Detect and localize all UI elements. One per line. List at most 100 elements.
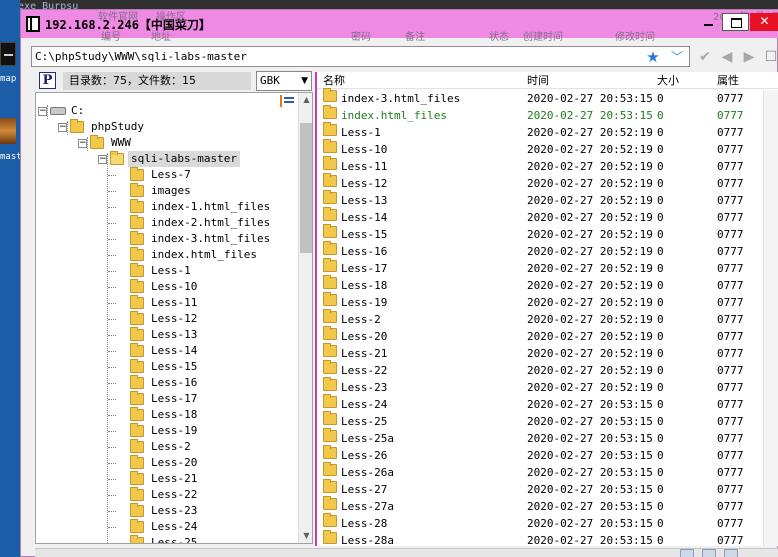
detail-view-icon[interactable] (702, 549, 716, 557)
tree-connector (108, 511, 116, 512)
file-row[interactable]: Less-25 2020-02-27 20:53:15 0 0777 (317, 411, 778, 430)
star-icon[interactable]: ★ (644, 48, 662, 66)
file-row[interactable]: Less-25a 2020-02-27 20:53:15 0 0777 (317, 428, 778, 447)
tree-connector (108, 367, 116, 368)
folder-icon (323, 258, 337, 272)
title-bar[interactable]: 192.168.2.246【中国菜刀】 软件官网 操作区 编号 地址 密码 备注… (21, 10, 778, 43)
dropdown-icon[interactable]: ﹀ (668, 48, 686, 66)
folder-icon (323, 462, 337, 476)
file-row[interactable]: Less-17 2020-02-27 20:52:19 0 0777 (317, 258, 778, 277)
file-time: 2020-02-27 20:52:19 (527, 143, 653, 156)
tree-connector (108, 351, 116, 352)
file-row[interactable]: Less-18 2020-02-27 20:52:19 0 0777 (317, 275, 778, 294)
tree-item-label: Less-7 (151, 168, 191, 181)
archive-icon[interactable] (0, 118, 16, 144)
column-time[interactable]: 时间 (527, 72, 549, 89)
file-attr: 0777 (717, 109, 744, 122)
folder-icon (323, 530, 337, 544)
list-scrollbar[interactable] (763, 90, 778, 546)
file-size: 0 (657, 347, 664, 360)
file-row[interactable]: Less-27a 2020-02-27 20:53:15 0 0777 (317, 496, 778, 515)
tree-connector (108, 255, 116, 256)
column-size[interactable]: 大小 (657, 72, 679, 89)
collapse-icon[interactable]: − (98, 155, 107, 164)
file-name: Less-28 (341, 517, 388, 530)
new-file-icon[interactable]: ☐ (761, 48, 778, 66)
collapse-icon[interactable]: − (58, 123, 67, 132)
file-time: 2020-02-27 20:53:15 (527, 109, 653, 122)
file-row[interactable]: index.html_files 2020-02-27 20:53:15 0 0777 (317, 105, 778, 124)
file-row[interactable]: Less-13 2020-02-27 20:52:19 0 0777 (317, 190, 778, 209)
file-row[interactable]: Less-15 2020-02-27 20:52:19 0 0777 (317, 224, 778, 243)
file-list-header: 名称 时间 大小 属性 (317, 72, 778, 89)
folder-icon (323, 428, 337, 442)
collapse-icon[interactable]: − (78, 139, 87, 148)
scroll-up-icon[interactable]: ▲ (299, 93, 312, 107)
status-bar (35, 548, 778, 557)
file-row[interactable]: Less-12 2020-02-27 20:52:19 0 0777 (317, 173, 778, 192)
path-input[interactable]: C:\phpStudy\WWW\sqli-labs-master (31, 46, 690, 67)
tree-item-label: Less-18 (151, 408, 198, 421)
file-row[interactable]: index-3.html_files 2020-02-27 20:53:15 0 07… (317, 88, 778, 107)
tool-icon[interactable] (724, 549, 738, 557)
php-button[interactable]: P (39, 72, 56, 89)
file-row[interactable]: Less-21 2020-02-27 20:52:19 0 0777 (317, 343, 778, 362)
scroll-down-icon[interactable]: ▼ (299, 529, 312, 543)
column-attr[interactable]: 属性 (717, 72, 739, 89)
file-row[interactable]: Less-28 2020-02-27 20:53:15 0 0777 (317, 513, 778, 532)
bg-col-id: 编号 (101, 32, 121, 43)
file-row[interactable]: Less-26 2020-02-27 20:53:15 0 0777 (317, 445, 778, 464)
file-row[interactable]: Less-11 2020-02-27 20:52:19 0 0777 (317, 156, 778, 175)
folder-icon (323, 343, 337, 357)
file-row[interactable]: Less-20 2020-02-27 20:52:19 0 0777 (317, 326, 778, 345)
tree-item-label: sqli-labs-master (128, 151, 240, 167)
tree-item-label: Less-1 (151, 264, 191, 277)
tree-connector (108, 431, 116, 432)
minimize-button[interactable] (695, 13, 722, 31)
file-time: 2020-02-27 20:52:19 (527, 347, 653, 360)
file-size: 0 (657, 126, 664, 139)
encoding-select[interactable]: GBK ▼ (256, 71, 312, 91)
file-row[interactable]: Less-1 2020-02-27 20:52:19 0 0777 (317, 122, 778, 141)
file-row[interactable]: Less-16 2020-02-27 20:52:19 0 0777 (317, 241, 778, 260)
file-row[interactable]: Less-19 2020-02-27 20:52:19 0 0777 (317, 292, 778, 311)
file-row[interactable]: Less-23 2020-02-27 20:52:19 0 0777 (317, 377, 778, 396)
tree-item-label: Less-25 (151, 536, 198, 544)
forward-icon[interactable]: ▶ (739, 48, 759, 66)
tree-scrollbar[interactable]: ▲ ▼ (298, 93, 312, 543)
file-row[interactable]: Less-2 2020-02-27 20:52:19 0 0777 (317, 309, 778, 328)
check-icon[interactable]: ✔ (695, 48, 715, 66)
terminal-icon[interactable] (0, 42, 16, 66)
file-attr: 0777 (717, 347, 744, 360)
column-name[interactable]: 名称 (323, 72, 345, 89)
file-row[interactable]: Less-26a 2020-02-27 20:53:15 0 0777 (317, 462, 778, 481)
directory-count: 目录数：75，文件数：15 (63, 72, 251, 90)
tree-scroll-thumb[interactable] (300, 123, 312, 253)
maximize-button[interactable] (722, 13, 749, 31)
folder-icon (110, 151, 124, 165)
file-row[interactable]: Less-10 2020-02-27 20:52:19 0 0777 (317, 139, 778, 158)
file-row[interactable]: Less-22 2020-02-27 20:52:19 0 0777 (317, 360, 778, 379)
bg-col-note: 备注 (405, 32, 425, 43)
back-icon[interactable]: ◀ (717, 48, 737, 66)
file-size: 0 (657, 160, 664, 173)
tree-options-icon[interactable] (280, 95, 294, 107)
file-name: Less-1 (341, 126, 381, 139)
bg-col-address: 地址 (151, 32, 171, 43)
tree-connector (108, 335, 116, 336)
file-row[interactable]: Less-28a 2020-02-27 20:53:15 0 0777 (317, 530, 778, 546)
file-row[interactable]: Less-14 2020-02-27 20:52:19 0 0777 (317, 207, 778, 226)
chopper-window: 192.168.2.246【中国菜刀】 软件官网 操作区 编号 地址 密码 备注… (20, 9, 778, 557)
tree-item-label: Less-15 (151, 360, 198, 373)
file-time: 2020-02-27 20:52:19 (527, 177, 653, 190)
close-button[interactable]: ✕ (750, 13, 778, 31)
collapse-icon[interactable]: − (38, 107, 47, 116)
file-row[interactable]: Less-27 2020-02-27 20:53:15 0 0777 (317, 479, 778, 498)
file-row[interactable]: Less-24 2020-02-27 20:53:15 0 0777 (317, 394, 778, 413)
file-time: 2020-02-27 20:52:19 (527, 330, 653, 343)
list-view-icon[interactable] (680, 549, 694, 557)
tree-guide (47, 105, 48, 119)
file-time: 2020-02-27 20:52:19 (527, 279, 653, 292)
file-time: 2020-02-27 20:52:19 (527, 245, 653, 258)
tree-item-label: Less-11 (151, 296, 198, 309)
